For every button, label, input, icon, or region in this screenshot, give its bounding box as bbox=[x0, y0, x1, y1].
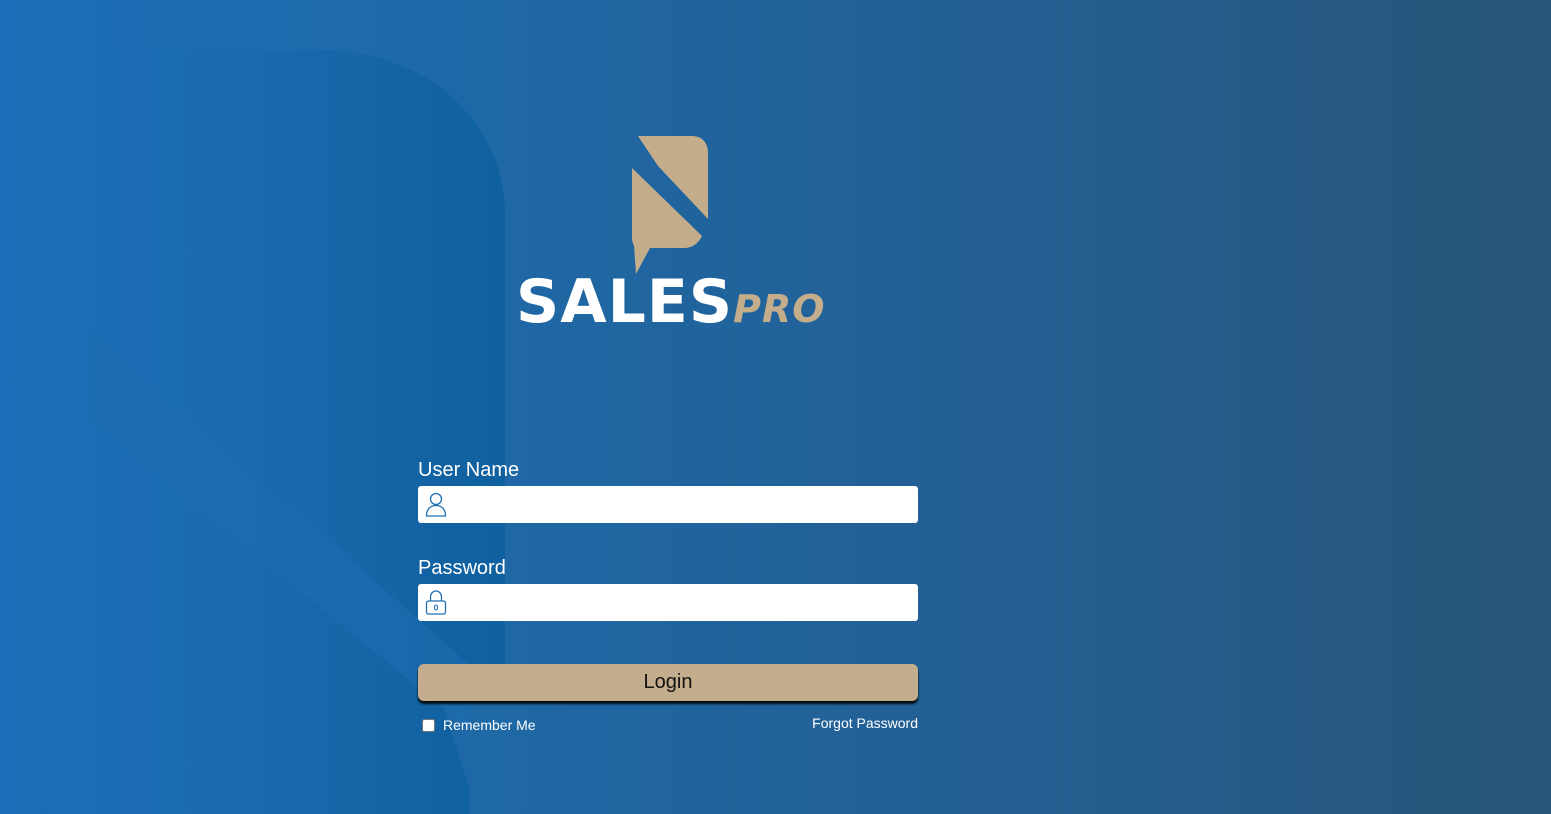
sales-pro-logo: SALESPRO bbox=[516, 134, 826, 344]
logo-wordmark: SALESPRO bbox=[516, 272, 826, 332]
login-form: User Name Password Login Remember Me For… bbox=[418, 456, 918, 739]
login-button[interactable]: Login bbox=[418, 664, 918, 701]
remember-me-checkbox[interactable] bbox=[422, 718, 435, 732]
lock-icon bbox=[425, 590, 447, 615]
login-page: SALESPRO User Name Password Login Rememb… bbox=[0, 0, 1551, 814]
user-icon bbox=[425, 492, 447, 517]
username-field[interactable] bbox=[418, 486, 918, 523]
logo-pro-text: PRO bbox=[733, 287, 826, 331]
password-input[interactable] bbox=[454, 584, 910, 621]
remember-me-option[interactable]: Remember Me bbox=[422, 717, 536, 733]
speech-bubble-logo-icon bbox=[632, 136, 708, 274]
forgot-password-link[interactable]: Forgot Password bbox=[812, 715, 918, 731]
username-input[interactable] bbox=[454, 486, 910, 523]
remember-me-label: Remember Me bbox=[443, 717, 536, 733]
password-label: Password bbox=[418, 557, 506, 579]
username-label: User Name bbox=[418, 459, 520, 481]
login-options-row: Remember Me Forgot Password bbox=[418, 715, 918, 739]
password-field[interactable] bbox=[418, 584, 918, 621]
logo-sales-text: SALES bbox=[516, 267, 734, 337]
